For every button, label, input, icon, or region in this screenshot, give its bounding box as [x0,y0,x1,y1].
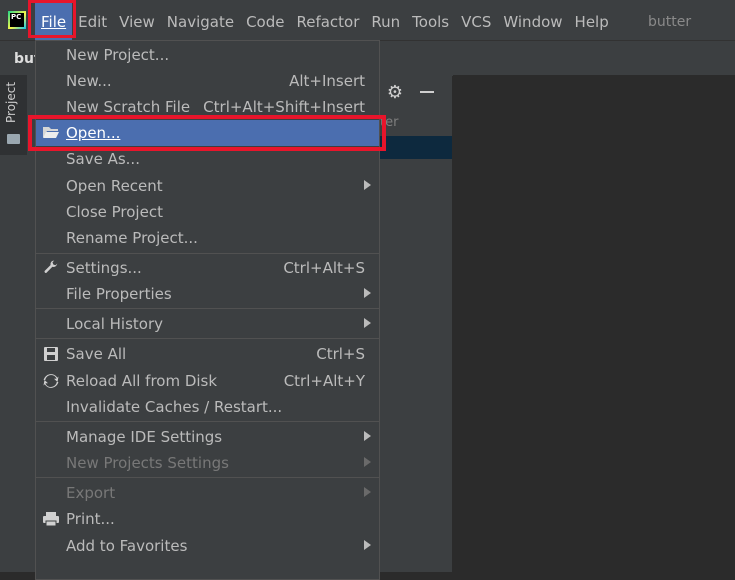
menu-separator [36,338,379,339]
menu-item-settings[interactable]: Settings... Ctrl+Alt+S [36,255,379,281]
menu-item-label: New... [66,72,112,90]
menu-item-label: Reload All from Disk [66,372,218,390]
submenu-arrow-icon [364,457,371,467]
menu-item-label: Add to Favorites [66,537,188,555]
menu-tools[interactable]: Tools [406,0,455,40]
gear-icon[interactable]: ⚙ [380,82,410,103]
menu-item-add-to-favorites[interactable]: Add to Favorites [36,533,379,559]
menu-item-open-recent[interactable]: Open Recent [36,173,379,199]
shortcut-label: Ctrl+Alt+Shift+Insert [203,98,365,116]
shortcut-label: Ctrl+S [316,345,365,363]
menu-item-manage-ide-settings[interactable]: Manage IDE Settings [36,424,379,450]
menu-item-label: Save As... [66,150,140,168]
menu-view[interactable]: View [113,0,161,40]
menu-item-label: New Project... [66,46,170,64]
panel-toolbar: ⚙ [380,75,452,109]
project-tool-tab[interactable]: Project [0,75,27,155]
menu-item-reload-all[interactable]: Reload All from Disk Ctrl+Alt+Y [36,368,379,394]
menu-item-invalidate-caches[interactable]: Invalidate Caches / Restart... [36,394,379,420]
left-tool-strip: Project [0,75,28,572]
menu-separator [36,477,379,478]
project-name-title: butter [648,14,692,30]
submenu-arrow-icon [364,487,371,497]
menu-item-label: Settings... [66,259,142,277]
menu-edit[interactable]: Edit [72,0,113,40]
highlight-box-open-item [28,115,386,151]
wrench-icon [42,260,60,276]
project-tab-label: Project [4,81,18,123]
submenu-arrow-icon [364,288,371,298]
shortcut-label: Alt+Insert [289,72,365,90]
menu-item-print[interactable]: Print... [36,506,379,532]
submenu-arrow-icon [364,540,371,550]
menu-item-local-history[interactable]: Local History [36,311,379,337]
menu-window[interactable]: Window [497,0,568,40]
pycharm-logo-icon: PC [8,11,26,29]
reload-icon [42,373,60,389]
menu-item-label: Export [66,484,116,502]
submenu-arrow-icon [364,431,371,441]
submenu-arrow-icon [364,180,371,190]
menu-item-label: Save All [66,345,127,363]
editor-area[interactable] [453,75,735,572]
menu-separator [36,308,379,309]
menu-item-new-project[interactable]: New Project... [36,42,379,68]
folder-icon [7,134,20,144]
menu-item-label: File Properties [66,285,172,303]
menu-navigate[interactable]: Navigate [161,0,240,40]
shortcut-label: Ctrl+Alt+Y [283,372,365,390]
menu-item-label: Manage IDE Settings [66,428,223,446]
shortcut-label: Ctrl+Alt+S [283,259,365,277]
menu-item-label: Print... [66,510,115,528]
menu-item-label: New Projects Settings [66,454,229,472]
save-disk-icon [42,346,60,362]
menu-item-export: Export [36,480,379,506]
menu-items: File Edit View Navigate Code Refactor Ru… [35,0,615,40]
menu-separator [36,421,379,422]
menu-vcs[interactable]: VCS [455,0,497,40]
menu-item-save-all[interactable]: Save All Ctrl+S [36,341,379,367]
menu-item-label: Invalidate Caches / Restart... [66,398,283,416]
menu-separator [36,253,379,254]
menu-item-label: Open Recent [66,177,163,195]
menu-item-label: New Scratch File [66,98,191,116]
submenu-arrow-icon [364,318,371,328]
menu-item-rename-project[interactable]: Rename Project... [36,225,379,251]
highlight-box-file-menu [28,0,76,38]
hide-panel-icon[interactable] [420,91,434,93]
menu-item-label: Close Project [66,203,163,221]
menu-help[interactable]: Help [569,0,615,40]
menu-item-file-properties[interactable]: File Properties [36,281,379,307]
menu-code[interactable]: Code [240,0,290,40]
menu-item-close-project[interactable]: Close Project [36,199,379,225]
menu-item-new-projects-settings: New Projects Settings [36,450,379,476]
menu-item-label: Rename Project... [66,229,198,247]
menu-run[interactable]: Run [365,0,406,40]
printer-icon [42,511,60,527]
menu-item-new[interactable]: New... Alt+Insert [36,68,379,94]
menu-item-label: Local History [66,315,164,333]
menu-refactor[interactable]: Refactor [290,0,365,40]
main-menubar: PC File Edit View Navigate Code Refactor… [0,0,735,40]
selected-tree-row[interactable] [380,136,452,159]
